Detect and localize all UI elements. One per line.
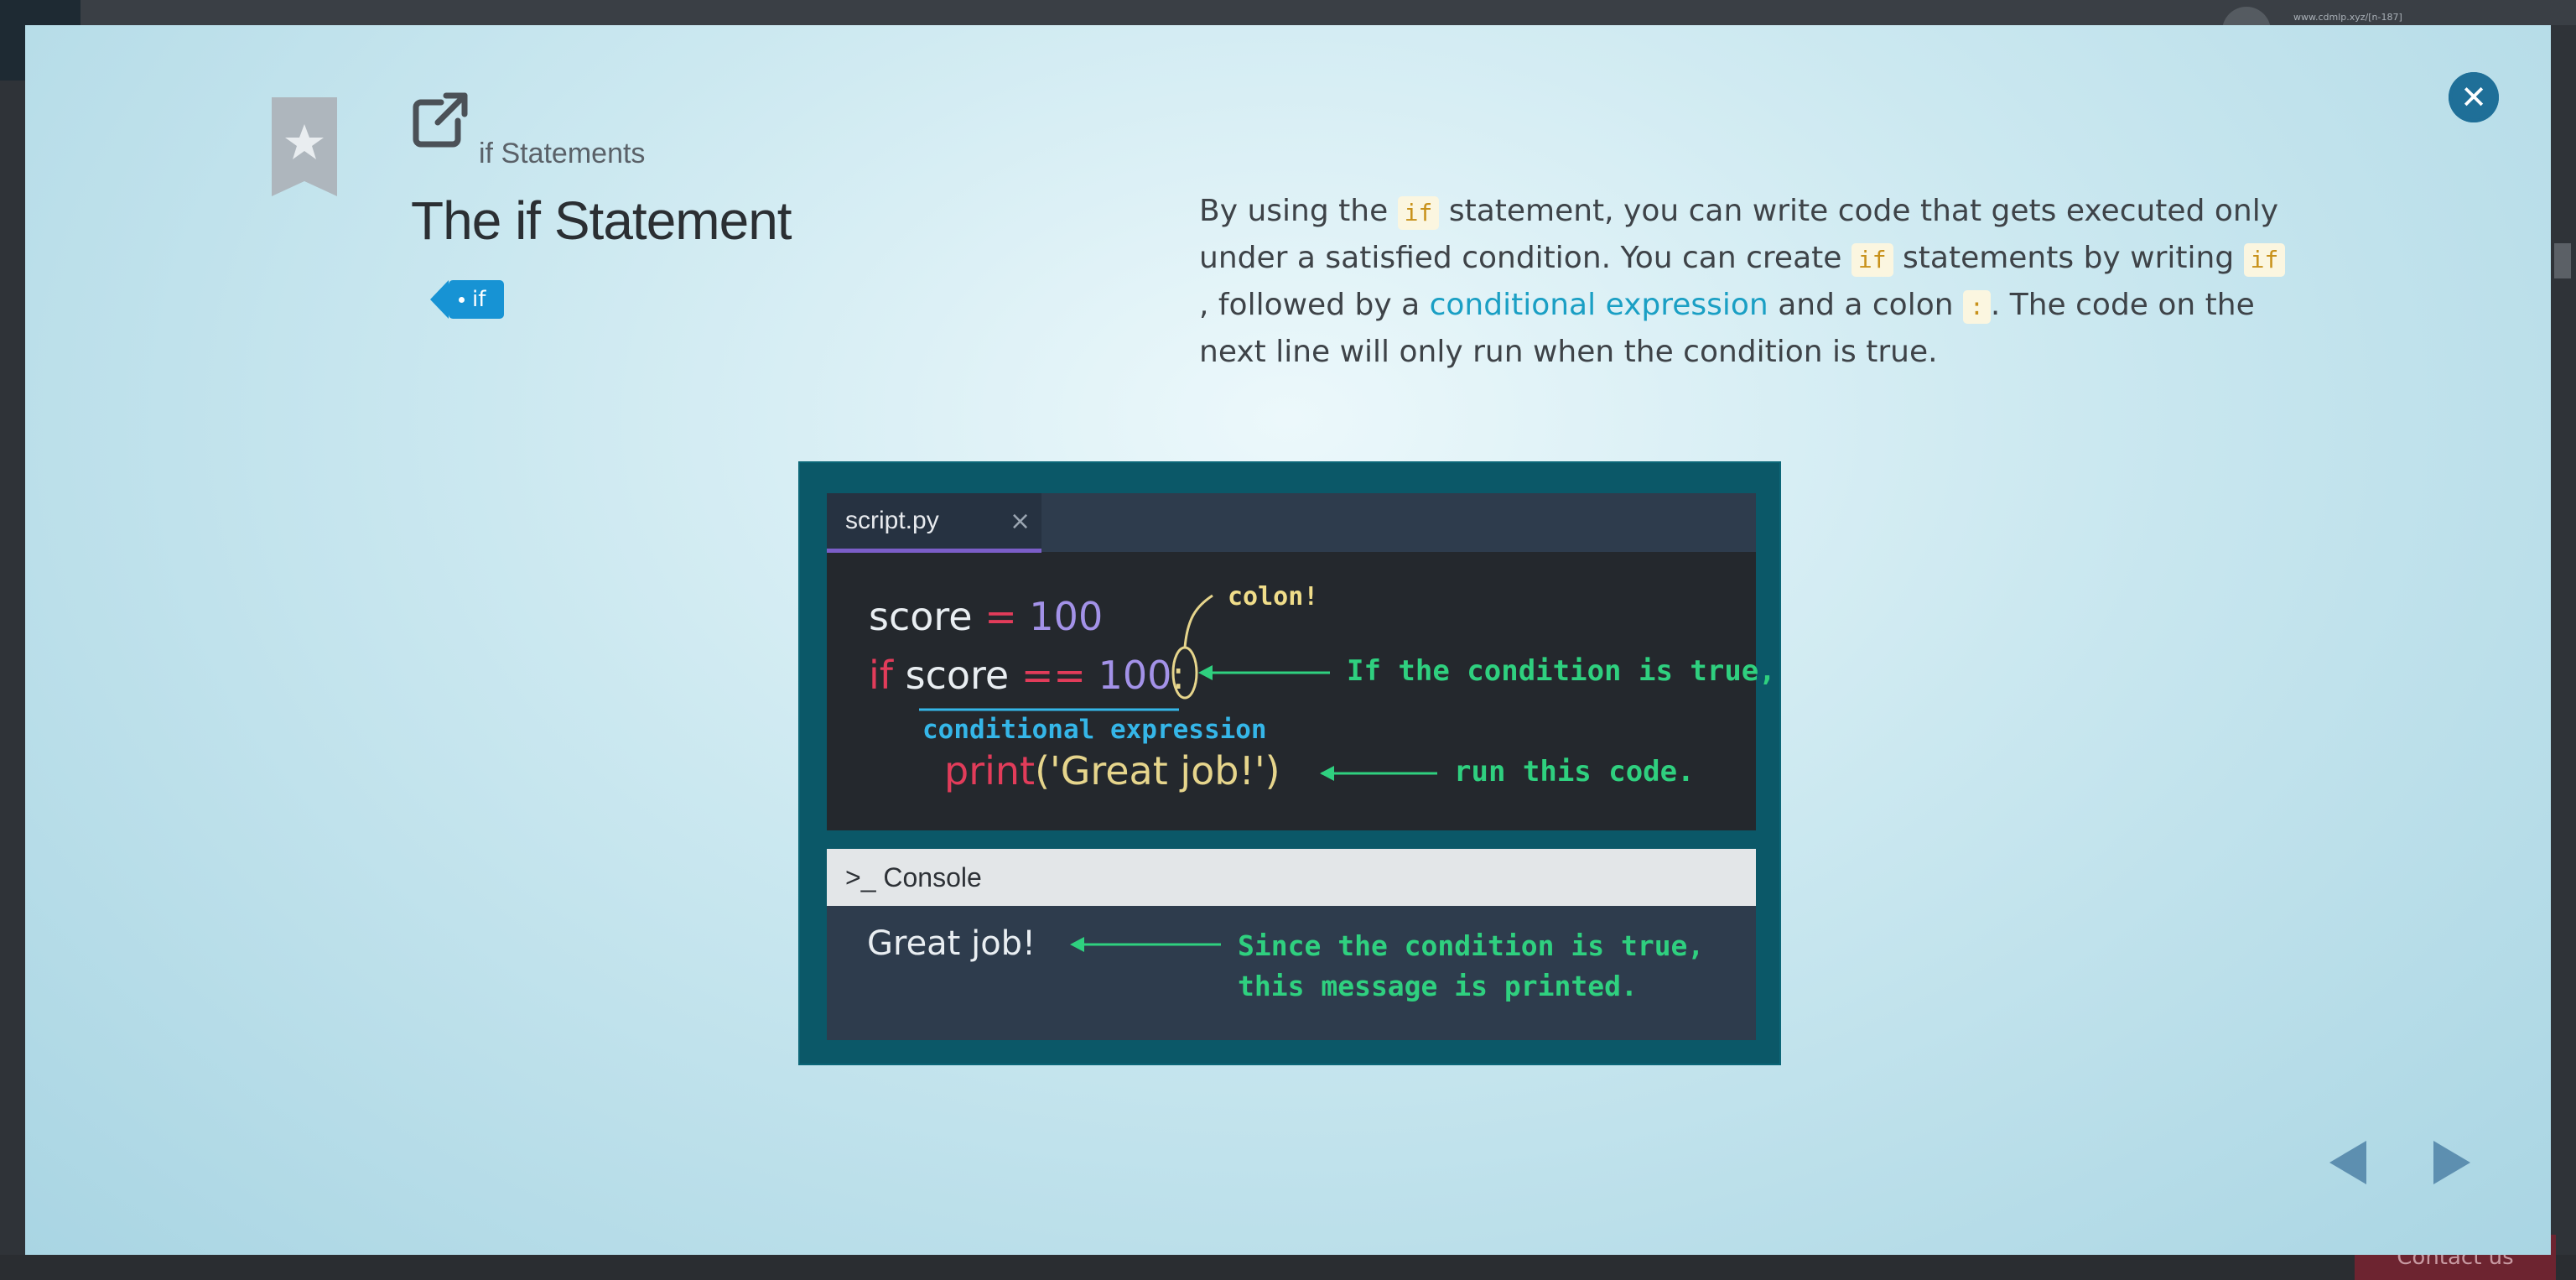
- previous-slide-arrow-icon[interactable]: [2329, 1141, 2366, 1184]
- code-token: 'Great job!': [1050, 748, 1265, 793]
- annotation-printed: Since the condition is true, this message…: [1238, 926, 1704, 1007]
- code-token: print: [944, 748, 1036, 793]
- annotation-printed-line-1: Since the condition is true,: [1238, 929, 1705, 962]
- conditional-expression-link[interactable]: conditional expression: [1430, 288, 1768, 322]
- colon-pointer: [1183, 594, 1213, 648]
- annotation-conditional-expression: conditional expression: [922, 715, 1267, 745]
- console-label: >_ Console: [845, 862, 982, 893]
- background-bottombar: [0, 1255, 2576, 1280]
- topic-tag[interactable]: if: [429, 280, 505, 319]
- slide-modal: ✕ if Statements The if Statement if By u…: [25, 25, 2551, 1255]
- annotation-colon: colon!: [1228, 582, 1319, 611]
- console-label-text: Console: [883, 862, 982, 892]
- code-chip: if: [1851, 243, 1893, 277]
- code-editor: script.py × score = 100 if score == 100:…: [827, 493, 1776, 830]
- code-line-3: print('Great job!'): [944, 748, 1280, 793]
- annotation-condition-true: If the condition is true,: [1347, 654, 1776, 688]
- page-title: The if Statement: [411, 190, 792, 251]
- description-text: statements by writing: [1893, 241, 2244, 275]
- next-slide-arrow-icon[interactable]: [2433, 1141, 2470, 1184]
- code-token: (: [1035, 748, 1051, 793]
- console-header: >_ Console: [827, 849, 1756, 906]
- breadcrumb[interactable]: if Statements: [479, 138, 645, 170]
- description-text: , followed by a: [1199, 288, 1430, 322]
- terminal-icon: >_: [845, 862, 884, 892]
- code-chip: :: [1962, 290, 1991, 324]
- bookmark-star-icon[interactable]: [268, 97, 340, 198]
- arrow-head: [1320, 766, 1334, 781]
- description-text: By using the: [1199, 194, 1398, 228]
- tag-label: if: [472, 287, 486, 312]
- close-icon: ✕: [2460, 79, 2487, 116]
- annotation-printed-line-2: this message is printed.: [1238, 970, 1638, 1002]
- background-url-text: www.cdmlp.xyz/[n-187]: [2293, 12, 2402, 23]
- arrow-head: [1070, 937, 1084, 952]
- background-topbar: [0, 0, 2576, 25]
- description: By using the if statement, you can write…: [1199, 188, 2289, 376]
- annotation-run-code: run this code.: [1454, 755, 1695, 788]
- description-text: and a colon: [1768, 288, 1963, 322]
- background-scrollbar: [2554, 243, 2571, 278]
- external-link-icon[interactable]: [411, 91, 470, 149]
- code-token: ): [1265, 748, 1280, 793]
- arrow-head: [1198, 665, 1213, 680]
- code-chip: if: [2243, 243, 2286, 277]
- tag-dot-icon: [459, 297, 465, 303]
- code-illustration: script.py × score = 100 if score == 100:…: [798, 461, 1781, 1065]
- code-chip: if: [1397, 196, 1440, 230]
- colon-circle: [1171, 646, 1198, 700]
- close-button[interactable]: ✕: [2449, 72, 2499, 122]
- console-body: Great job! Since the condition is true, t…: [827, 906, 1756, 1040]
